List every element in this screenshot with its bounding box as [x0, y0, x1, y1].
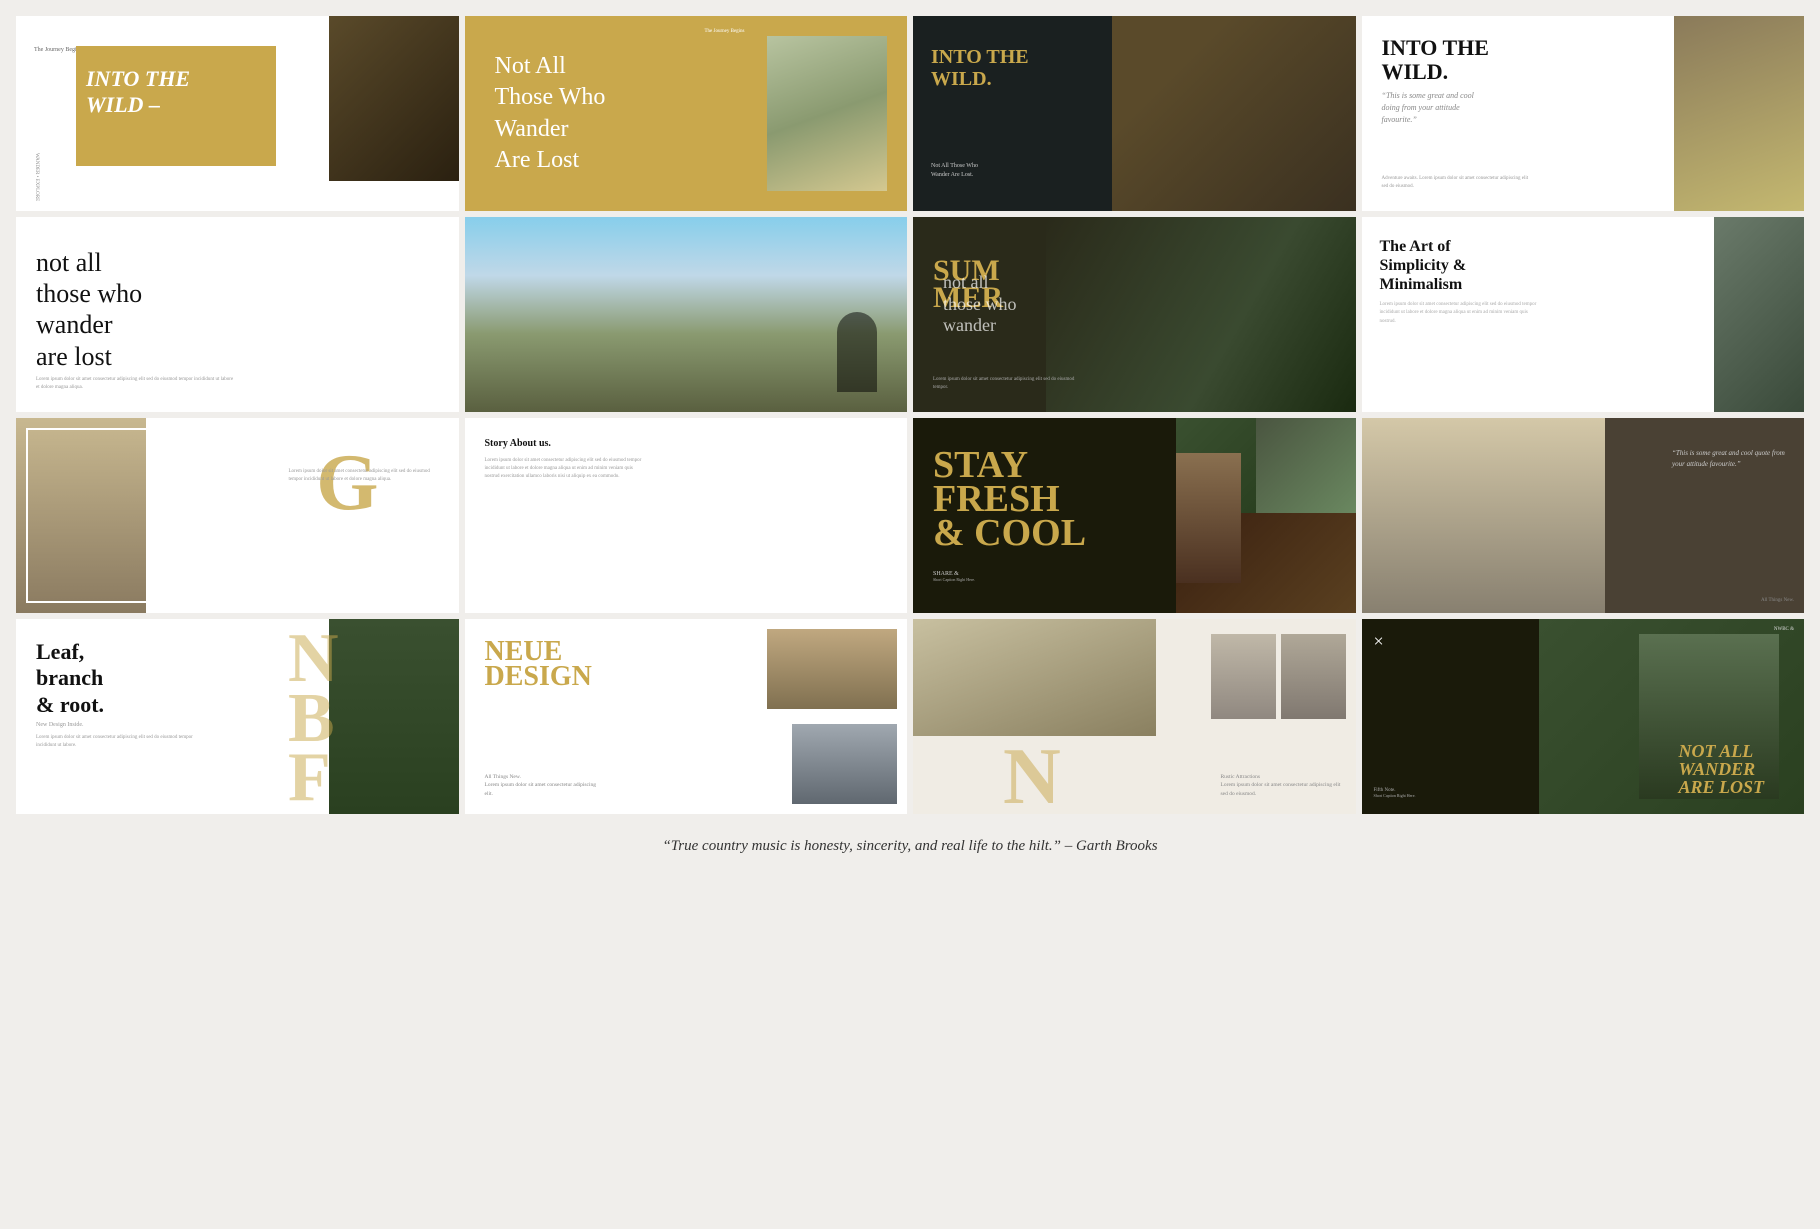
slide-2-1: not allthose whowanderare lost Lorem ips…	[16, 217, 459, 412]
main-grid: The Journey Begins. INTO THEWILD – WANDE…	[0, 0, 1820, 814]
slide-3-1-frame	[26, 428, 151, 603]
slide-4-3: N Rustic AttractionsLorem ipsum dolor si…	[913, 619, 1356, 814]
slide-3-2-title: Story About us.	[485, 438, 888, 449]
slide-1-4-image	[1674, 16, 1804, 211]
slide-1-1-title: INTO THEWILD –	[86, 66, 190, 119]
slide-2-1-script: not allthose whowanderare lost	[36, 247, 439, 372]
slide-2-3: SUMMER not allthose whowander Lorem ipsu…	[913, 217, 1356, 412]
slide-2-2	[465, 217, 908, 412]
slide-3-3-label: SHARE &Short Caption Right Here.	[933, 571, 975, 583]
slide-3-4-quote: “This is some great and cool quote from …	[1672, 448, 1792, 469]
slide-4-1-image	[329, 619, 459, 814]
slide-4-3-rustic: Rustic AttractionsLorem ipsum dolor sit …	[1221, 773, 1341, 799]
slide-4-1-body: Lorem ipsum dolor sit amet consectetur a…	[36, 734, 196, 750]
slide-3-3-title: STAYFRESH& COOL	[933, 448, 1086, 551]
slide-3-4: “This is some great and cool quote from …	[1362, 418, 1805, 613]
slide-4-2-title: NeueDesign	[485, 639, 592, 689]
slide-1-1-image	[329, 16, 459, 181]
slide-1-3-subtitle: Not All Those WhoWander Are Lost.	[931, 162, 1051, 181]
slide-4-4-right-label: NWBC &	[1774, 627, 1794, 632]
slide-4-4-bottom-label: Fifth Note.Short Caption Right Here.	[1374, 788, 1416, 799]
slide-2-3-script: not allthose whowander	[943, 272, 1017, 337]
slide-4-3-person2	[1211, 634, 1276, 719]
slide-2-4-image	[1714, 217, 1804, 412]
slide-3-3: STAYFRESH& COOL SHARE &Short Caption Rig…	[913, 418, 1356, 613]
slide-4-2-img-top	[767, 629, 897, 709]
slide-3-4-image-left	[1362, 418, 1605, 613]
slide-4-3-letter: N	[1003, 745, 1061, 809]
slide-2-4-body: Lorem ipsum dolor sit amet consectetur a…	[1380, 301, 1545, 327]
slide-4-2-img-bottom	[792, 724, 897, 804]
slide-2-1-body: Lorem ipsum dolor sit amet consectetur a…	[36, 376, 236, 392]
slide-1-2-image	[767, 36, 887, 191]
slide-4-2: NeueDesign All Things New.Lorem ipsum do…	[465, 619, 908, 814]
slide-4-3-road	[913, 619, 1156, 736]
slide-2-4: The Art ofSimplicity &Minimalism Lorem i…	[1362, 217, 1805, 412]
slide-4-1: Leaf,branch& root. New Design Inside. Lo…	[16, 619, 459, 814]
slide-4-4-wander: Not AllWanderAre Lost	[1678, 742, 1764, 796]
slide-1-2-script: Not AllThose WhoWanderAre Lost	[495, 51, 606, 176]
slide-2-3-bg	[1046, 217, 1356, 412]
slide-4-4-x: ×	[1374, 631, 1384, 652]
slide-3-2: Story About us. Lorem ipsum dolor sit am…	[465, 418, 908, 613]
slide-2-3-body: Lorem ipsum dolor sit amet consectetur a…	[933, 376, 1083, 392]
slide-1-3-bg	[1090, 16, 1356, 211]
slide-3-1: G Lorem ipsum dolor sit amet consectetur…	[16, 418, 459, 613]
slide-3-3-person	[1176, 453, 1241, 583]
slide-1-2: The Journey Begins Not AllThose WhoWande…	[465, 16, 908, 211]
quote-bar: “True country music is honesty, sincerit…	[0, 814, 1820, 871]
slide-3-3-img2	[1256, 418, 1356, 513]
slide-1-4-adv: Adventure awaits. Lorem ipsum dolor sit …	[1382, 175, 1532, 191]
slide-3-2-body: Lorem ipsum dolor sit amet consectetur a…	[485, 457, 645, 481]
slide-3-4-label: All Things New.	[1761, 598, 1794, 603]
slide-4-4: Not AllWanderAre Lost × Fifth Note.Short…	[1362, 619, 1805, 814]
slide-4-2-body: All Things New.Lorem ipsum dolor sit ame…	[485, 773, 605, 799]
quote-text: “True country music is honesty, sincerit…	[662, 838, 1157, 854]
slide-4-1-letters: NBF	[288, 629, 339, 808]
slide-4-3-person1	[1281, 634, 1346, 719]
slide-1-4: INTO THEWILD. “This is some great and co…	[1362, 16, 1805, 211]
slide-1-1-side-text: WANDER • EXPLORE	[34, 153, 39, 201]
slide-1-2-top-text: The Journey Begins	[705, 28, 745, 36]
slide-1-3: INTO THEWILD. Not All Those WhoWander Ar…	[913, 16, 1356, 211]
slide-2-2-figure	[837, 312, 877, 392]
slide-3-1-body: Lorem ipsum dolor sit amet consectetur a…	[289, 468, 439, 484]
slide-1-1: The Journey Begins. INTO THEWILD – WANDE…	[16, 16, 459, 211]
slide-1-3-title: INTO THEWILD.	[931, 46, 1029, 90]
